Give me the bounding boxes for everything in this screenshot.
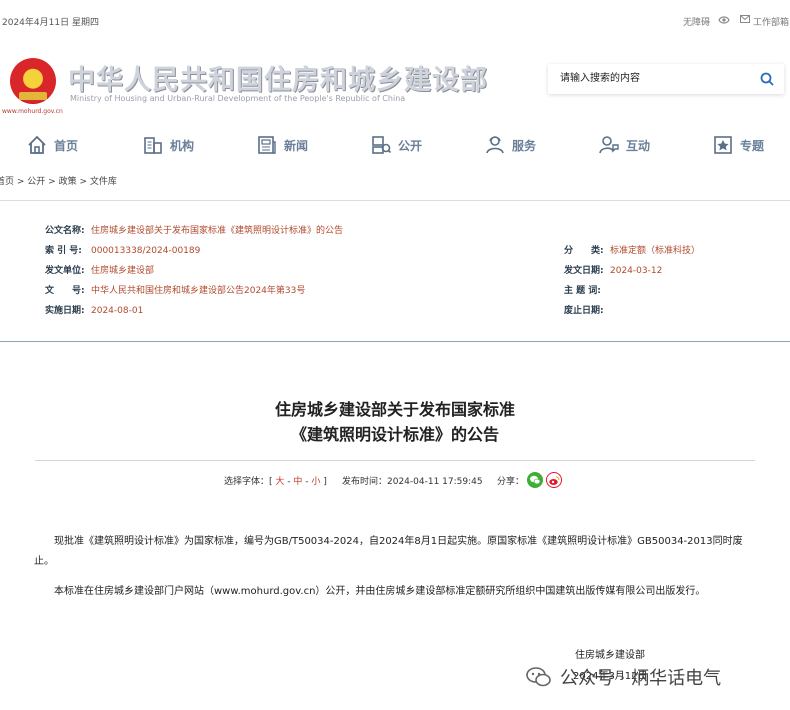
breadcrumb: 首页 > 公开 > 政策 > 文件库	[0, 174, 117, 187]
publish-time: 发布时间：2024-04-11 17:59:45	[342, 477, 483, 487]
current-date: 2024年4月11日 星期四	[2, 18, 99, 28]
search-input[interactable]	[558, 72, 752, 85]
info-row-abolish-date: 废止日期:	[564, 306, 604, 316]
font-medium-link[interactable]: 中	[293, 477, 302, 487]
nav-disclosure[interactable]: 公开	[370, 128, 422, 162]
watermark-text: 公众号 · 炳华话电气	[560, 668, 722, 689]
wechat-icon	[526, 667, 551, 687]
nav-organization-label: 机构	[170, 138, 195, 153]
nav-service-label: 服务	[512, 138, 537, 153]
home-icon	[28, 135, 46, 154]
nav-news[interactable]: 新闻	[256, 128, 308, 162]
disclosure-icon	[372, 136, 392, 154]
breadcrumb-policy[interactable]: 政策	[59, 177, 77, 187]
breadcrumb-disclosure[interactable]: 公开	[27, 177, 45, 187]
signature-org: 住房城乡建设部	[575, 650, 645, 661]
info-row-implement-date: 实施日期: 2024-08-01	[45, 306, 144, 316]
breadcrumb-file-library[interactable]: 文件库	[90, 177, 117, 187]
ministry-title-en: Ministry of Housing and Urban-Rural Deve…	[70, 94, 406, 103]
site-url: www.mohurd.gov.cn	[2, 108, 63, 115]
share-label: 分享：	[497, 477, 525, 487]
weibo-share-icon[interactable]	[546, 472, 562, 488]
mail-icon[interactable]	[740, 15, 750, 26]
document-info-panel: 公文名称: 住房城乡建设部关于发布国家标准《建筑照明设计标准》的公告 索 引 号:…	[0, 200, 790, 342]
building-icon	[144, 137, 162, 154]
nav-service[interactable]: 服务	[484, 128, 536, 162]
nav-home-label: 首页	[54, 138, 79, 153]
info-row-docno: 文 号: 中华人民共和国住房和城乡建设部公告2024年第33号	[45, 286, 306, 296]
breadcrumb-home[interactable]: 首页	[0, 177, 14, 187]
article-title-line1: 住房城乡建设部关于发布国家标准	[274, 400, 515, 419]
search-box	[548, 64, 784, 94]
info-row-index: 索 引 号: 000013338/2024-00189	[45, 246, 201, 256]
ministry-title: 中华人民共和国住房和城乡建设部	[68, 65, 488, 96]
nav-news-label: 新闻	[284, 138, 309, 153]
main-nav: 首页 机构 新闻 公开 服务 互动 专题	[0, 128, 790, 162]
news-icon	[258, 136, 276, 154]
nav-interaction[interactable]: 互动	[598, 128, 650, 162]
nav-topic[interactable]: 专题	[712, 128, 764, 162]
nav-organization[interactable]: 机构	[142, 128, 194, 162]
article-paragraph-2: 本标准在住房城乡建设部门户网站（www.mohurd.gov.cn）公开，并由住…	[54, 586, 706, 597]
wechat-watermark: 公众号 · 炳华话电气	[526, 664, 721, 690]
interaction-icon	[599, 136, 619, 154]
wechat-share-icon[interactable]	[527, 472, 543, 488]
accessibility-link[interactable]: 无障碍	[683, 15, 710, 28]
topic-icon	[714, 136, 732, 154]
nav-disclosure-label: 公开	[398, 138, 423, 153]
info-row-issue-date: 发文日期: 2024-03-12	[564, 266, 663, 276]
article-paragraph-1: 现批准《建筑照明设计标准》为国家标准，编号为GB/T50034-2024，自20…	[34, 536, 743, 567]
service-icon	[486, 136, 504, 154]
info-row-category: 分 类: 标准定额（标准科技）	[564, 246, 701, 256]
search-icon[interactable]	[760, 72, 774, 86]
work-portal-link[interactable]: 工作部箱	[753, 15, 789, 28]
nav-topic-label: 专题	[740, 138, 765, 153]
title-divider	[35, 460, 755, 461]
nav-interaction-label: 互动	[626, 138, 651, 153]
eye-icon[interactable]	[718, 15, 730, 28]
font-small-link[interactable]: 小	[311, 477, 320, 487]
national-emblem-logo[interactable]	[10, 58, 56, 104]
top-bar: 2024年4月11日 星期四 无障碍 工作部箱	[0, 0, 790, 44]
info-row-unit: 发文单位: 住房城乡建设部	[45, 266, 155, 276]
info-row-subject: 主 题 词:	[564, 286, 601, 296]
article-title-line2: 《建筑照明设计标准》的公告	[290, 425, 499, 444]
info-row-title: 公文名称: 住房城乡建设部关于发布国家标准《建筑照明设计标准》的公告	[45, 226, 344, 236]
font-large-link[interactable]: 大	[275, 477, 284, 487]
font-size-selector: 选择字体：[ 大 - 中 - 小 ]	[224, 477, 327, 487]
nav-home[interactable]: 首页	[26, 128, 78, 162]
